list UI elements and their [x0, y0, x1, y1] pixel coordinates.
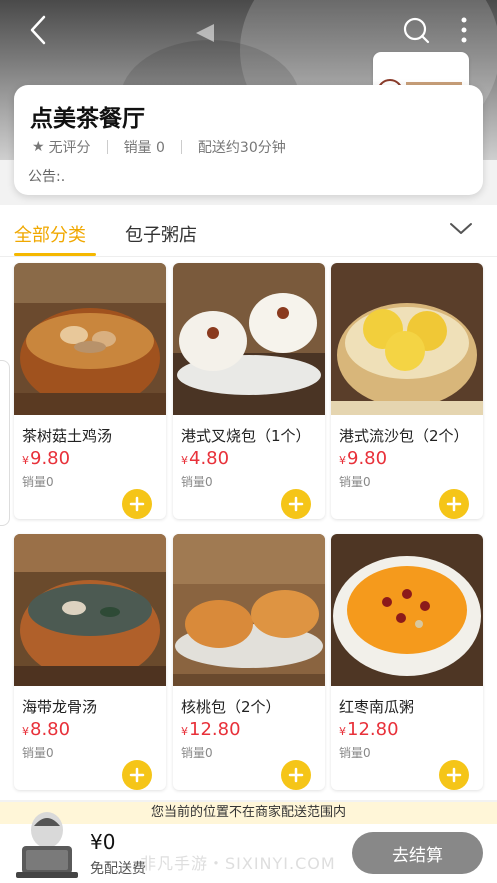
product-name: 港式叉烧包（1个）: [181, 427, 311, 445]
cart-total: ¥0: [90, 830, 116, 854]
product-price: ¥9.80: [339, 448, 388, 469]
side-drawer-handle[interactable]: [0, 360, 10, 526]
category-tabs: 全部分类 包子粥店: [0, 205, 497, 257]
product-name: 茶树菇土鸡汤: [22, 427, 113, 445]
product-price: ¥8.80: [22, 719, 71, 740]
product-image: [173, 263, 325, 415]
product-sales: 销量0: [22, 475, 54, 489]
chevron-down-icon[interactable]: [448, 221, 474, 241]
plus-icon[interactable]: [439, 489, 469, 519]
watermark: 非凡手游・SIXINYI.COM: [140, 854, 336, 873]
product-name: 核桃包（2个）: [181, 698, 281, 716]
product-price: ¥4.80: [181, 448, 230, 469]
product-price: ¥12.80: [181, 719, 241, 740]
product-sales: 销量0: [181, 475, 213, 489]
divider: [106, 140, 108, 154]
tab-all-categories[interactable]: 全部分类: [14, 221, 86, 247]
store-info-card: 点美茶餐厅 ★ 无评分 销量 0 配送约30分钟 公告:.: [14, 85, 483, 195]
divider: [180, 140, 182, 154]
product-card[interactable]: 港式流沙包（2个） ¥9.80 销量0: [331, 263, 483, 519]
plus-icon[interactable]: [281, 489, 311, 519]
product-sales: 销量0: [22, 746, 54, 760]
cart-icon[interactable]: [12, 806, 82, 883]
shipping-fee: 免配送费: [90, 861, 146, 877]
tab-bun-congee[interactable]: 包子粥店: [125, 221, 197, 247]
product-card[interactable]: 茶树菇土鸡汤 ¥9.80 销量0: [14, 263, 166, 519]
product-image: [14, 534, 166, 686]
star-icon: ★: [32, 139, 45, 155]
search-icon[interactable]: [400, 14, 432, 46]
product-price: ¥12.80: [339, 719, 399, 740]
delivery-time: 配送约30分钟: [197, 140, 286, 156]
store-notice[interactable]: 公告:.: [28, 166, 65, 186]
product-image: [14, 263, 166, 415]
store-meta: ★ 无评分 销量 0 配送约30分钟: [32, 137, 286, 157]
product-image: [331, 263, 483, 415]
plus-icon[interactable]: [122, 489, 152, 519]
checkout-button[interactable]: 去结算: [352, 832, 483, 874]
product-price: ¥9.80: [22, 448, 71, 469]
active-tab-indicator: [14, 253, 96, 256]
product-card[interactable]: 红枣南瓜粥 ¥12.80 销量0: [331, 534, 483, 790]
more-icon[interactable]: [448, 14, 480, 46]
product-image: [331, 534, 483, 686]
product-sales: 销量0: [181, 746, 213, 760]
rating-text: 无评分: [48, 140, 91, 156]
product-sales: 销量0: [339, 746, 371, 760]
product-image: [173, 534, 325, 686]
product-card[interactable]: 港式叉烧包（1个） ¥4.80 销量0: [173, 263, 325, 519]
plus-icon[interactable]: [122, 760, 152, 790]
product-name: 海带龙骨汤: [22, 698, 98, 716]
back-icon[interactable]: [22, 14, 54, 46]
product-sales: 销量0: [339, 475, 371, 489]
store-name: 点美茶餐厅: [30, 106, 145, 132]
plus-icon[interactable]: [281, 760, 311, 790]
product-card[interactable]: 核桃包（2个） ¥12.80 销量0: [173, 534, 325, 790]
sales-text: 销量 0: [123, 140, 165, 156]
product-name: 港式流沙包（2个）: [339, 427, 469, 445]
product-name: 红枣南瓜粥: [339, 698, 415, 716]
plus-icon[interactable]: [439, 760, 469, 790]
product-card[interactable]: 海带龙骨汤 ¥8.80 销量0: [14, 534, 166, 790]
